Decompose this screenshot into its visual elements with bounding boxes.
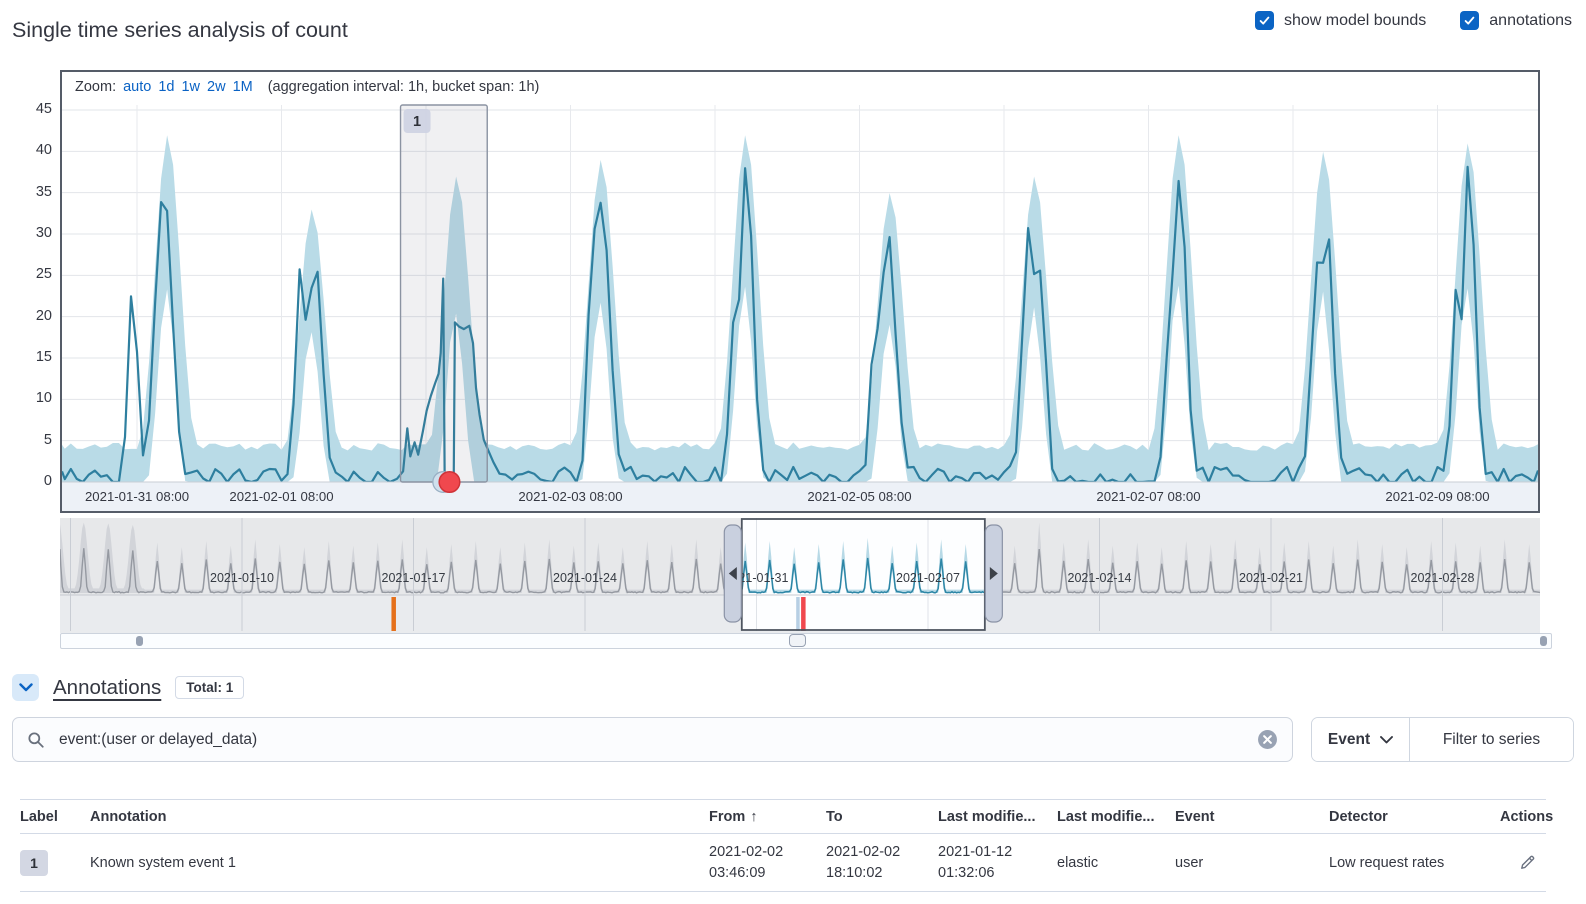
annotations-table: Label Annotation From↑ To Last modifie..… (20, 799, 1546, 892)
x-tick-label: 2021-01-31 08:00 (85, 489, 189, 504)
x-tick-label: 2021-02-07 08:00 (1096, 489, 1200, 504)
ml-single-metric-viewer: Single time series analysis of count sho… (0, 0, 1586, 904)
check-icon (1463, 14, 1476, 27)
show-model-bounds-control[interactable]: show model bounds (1255, 11, 1426, 30)
y-tick-label: 25 (8, 266, 52, 282)
y-tick-label: 5 (8, 432, 52, 448)
annotation-region[interactable] (401, 105, 488, 482)
y-tick-label: 15 (8, 349, 52, 365)
event-filter-dropdown[interactable]: Event (1312, 718, 1410, 761)
column-header-detector[interactable]: Detector (1329, 809, 1500, 825)
aggregation-note: (aggregation interval: 1h, bucket span: … (268, 79, 540, 95)
to-cell: 2021-02-0218:10:02 (826, 842, 938, 884)
y-tick-label: 0 (8, 473, 52, 489)
y-tick-label: 35 (8, 184, 52, 200)
y-tick-label: 10 (8, 390, 52, 406)
sort-asc-icon: ↑ (750, 809, 757, 825)
column-header-from[interactable]: From↑ (709, 809, 826, 825)
column-header-label[interactable]: Label (20, 809, 90, 825)
navigator-scrollbar[interactable] (60, 633, 1552, 649)
table-row[interactable]: 1 Known system event 1 2021-02-0203:46:0… (20, 834, 1546, 892)
column-header-event[interactable]: Event (1175, 809, 1329, 825)
context-x-tick-label: 2021-01-24 (553, 571, 617, 585)
annotation-tick[interactable] (801, 597, 806, 631)
annotations-heading: Annotations (53, 676, 161, 700)
annotations-search (12, 717, 1293, 762)
context-x-tick-label: 2021-02-28 (1411, 571, 1475, 585)
context-x-tick-label: 2021-02-14 (1068, 571, 1132, 585)
search-icon (27, 731, 45, 749)
annotations-header: Annotations Total: 1 (12, 674, 244, 701)
annotation-tick[interactable] (796, 597, 800, 631)
context-x-tick-label: 2021-02-21 (1239, 571, 1303, 585)
zoom-option-auto[interactable]: auto (123, 79, 151, 95)
annotations-checkbox-label: annotations (1489, 12, 1572, 30)
edit-annotation-button[interactable] (1519, 854, 1536, 871)
show-model-bounds-checkbox[interactable] (1255, 11, 1274, 30)
zoom-option-1M[interactable]: 1M (233, 79, 253, 95)
chevron-down-icon (1380, 736, 1393, 744)
y-tick-label: 20 (8, 308, 52, 324)
annotations-filter-group: Event Filter to series (1311, 717, 1574, 762)
zoom-label: Zoom: (75, 79, 116, 95)
scrollbar-left-thumb[interactable] (136, 636, 143, 646)
scrollbar-center-thumb[interactable] (789, 634, 806, 647)
detector-cell: Low request rates (1329, 855, 1500, 871)
event-cell: user (1175, 855, 1329, 871)
annotation-text-cell: Known system event 1 (90, 855, 709, 871)
close-icon (1257, 729, 1278, 750)
y-tick-label: 45 (8, 101, 52, 117)
annotations-total-badge: Total: 1 (175, 676, 244, 699)
annotations-checkbox[interactable] (1460, 11, 1479, 30)
main-chart-panel: Zoom: auto 1d 1w 2w 1M (aggregation interval: … (60, 70, 1540, 513)
zoom-option-1d[interactable]: 1d (158, 79, 174, 95)
column-header-annotation[interactable]: Annotation (90, 809, 709, 825)
filter-to-series-button[interactable]: Filter to series (1410, 718, 1573, 761)
x-tick-label: 2021-02-01 08:00 (229, 489, 333, 504)
pencil-icon (1519, 854, 1536, 871)
annotations-collapse-button[interactable] (12, 674, 39, 701)
context-x-tick-label: 2021-02-07 (896, 571, 960, 585)
scrollbar-right-thumb[interactable] (1540, 636, 1547, 646)
context-x-tick-label: 2021-01-10 (210, 571, 274, 585)
annotation-label-cell: 1 (20, 850, 90, 876)
x-tick-label: 2021-02-05 08:00 (807, 489, 911, 504)
selection-left-handle[interactable] (724, 525, 741, 622)
x-tick-label: 2021-02-03 08:00 (518, 489, 622, 504)
actions-cell (1500, 854, 1546, 871)
zoom-option-2w[interactable]: 2w (207, 79, 226, 95)
x-tick-label: 2021-02-09 08:00 (1385, 489, 1489, 504)
anomaly-marker[interactable] (439, 472, 460, 493)
annotation-region-label: 1 (413, 114, 421, 130)
annotations-toggle-control[interactable]: annotations (1460, 11, 1572, 30)
y-tick-label: 40 (8, 142, 52, 158)
selection-right-handle[interactable] (985, 525, 1002, 622)
main-time-series-chart[interactable]: 2021-01-31 08:00 2021-02-01 08:00 2021-02-… (62, 103, 1538, 511)
check-icon (1258, 14, 1271, 27)
from-cell: 2021-02-0203:46:09 (709, 842, 826, 884)
context-x-tick-label: 2021-01-17 (382, 571, 446, 585)
page-title: Single time series analysis of count (12, 18, 348, 43)
annotation-label-badge: 1 (20, 850, 48, 876)
last-modified-at-cell: 2021-01-1201:32:06 (938, 842, 1057, 884)
last-modified-by-cell: elastic (1057, 855, 1175, 871)
clear-search-button[interactable] (1257, 729, 1278, 750)
y-tick-label: 30 (8, 225, 52, 241)
annotation-tick[interactable] (391, 597, 396, 631)
column-header-last-modified-by[interactable]: Last modifie... (1057, 809, 1175, 825)
column-header-last-modified-at[interactable]: Last modifie... (938, 809, 1057, 825)
zoom-option-1w[interactable]: 1w (181, 79, 200, 95)
chevron-down-icon (19, 683, 33, 692)
show-model-bounds-label: show model bounds (1284, 12, 1426, 30)
column-header-to[interactable]: To (826, 809, 938, 825)
annotations-search-input[interactable] (57, 730, 1245, 750)
context-navigator-chart[interactable]: 2021-01-102021-01-172021-01-242021-01-31… (60, 518, 1540, 633)
chart-display-controls: show model bounds annotations (1255, 11, 1572, 30)
event-filter-label: Event (1328, 731, 1370, 749)
column-header-actions: Actions (1500, 809, 1546, 825)
table-header-row: Label Annotation From↑ To Last modifie..… (20, 799, 1546, 834)
chart-toolbar: Zoom: auto 1d 1w 2w 1M (aggregation interval: … (62, 72, 1538, 103)
